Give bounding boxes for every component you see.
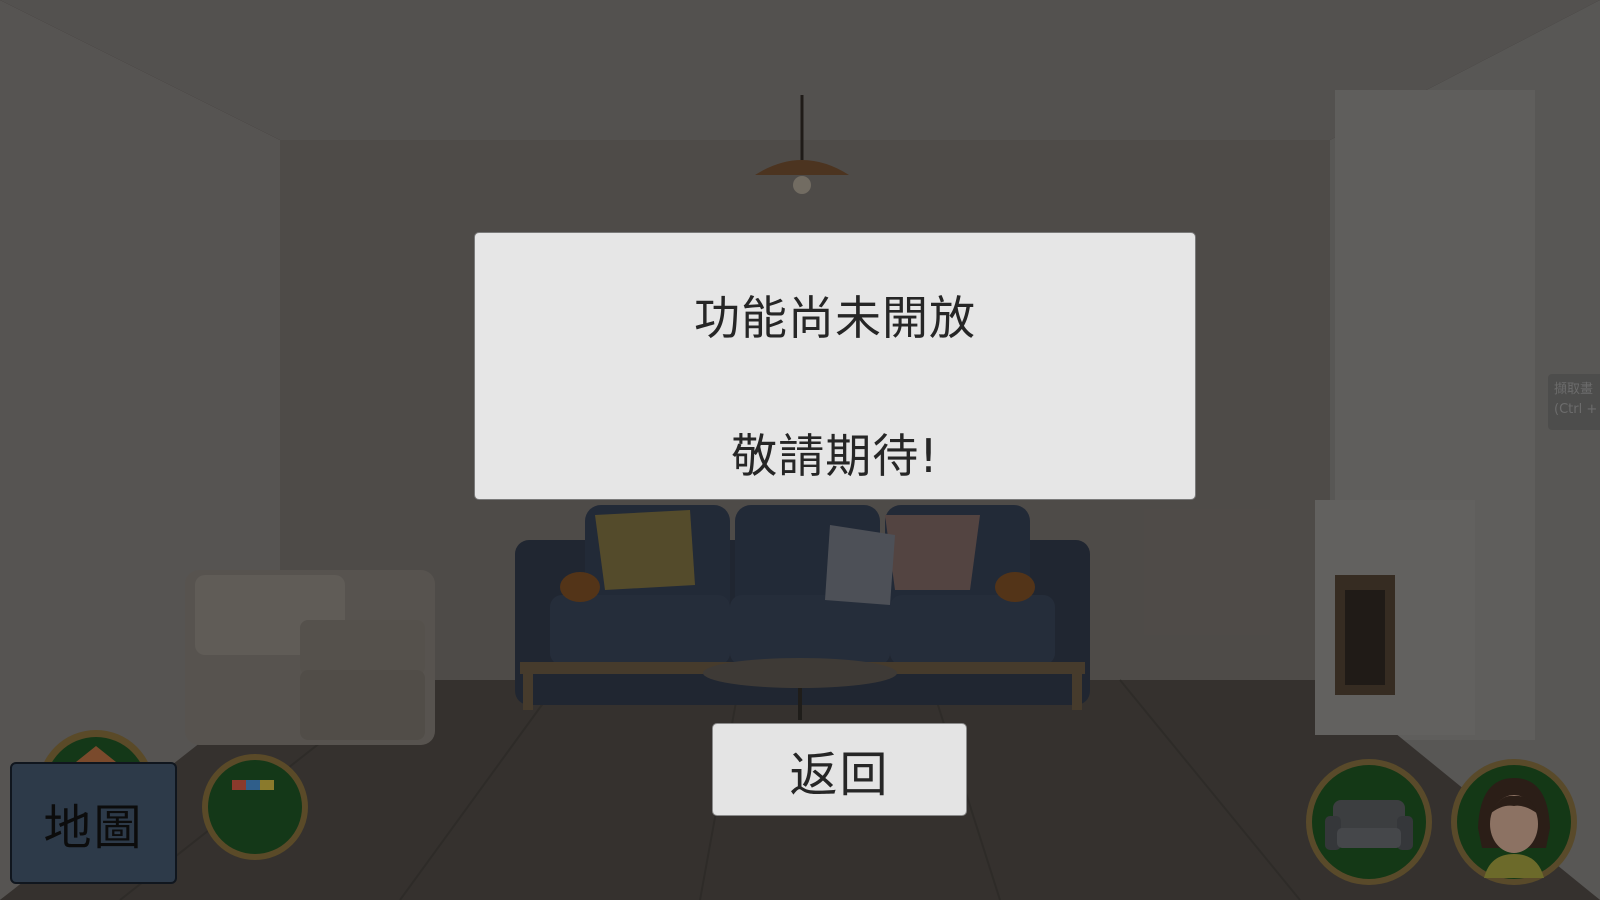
dialog-title: 功能尚未開放 (694, 291, 976, 345)
map-button[interactable]: 地圖 (10, 762, 177, 884)
dialog-message: 敬請期待! (731, 429, 939, 483)
sofa-icon (1306, 759, 1432, 885)
back-button-label: 返回 (789, 746, 890, 803)
character-badge-button[interactable] (1450, 758, 1578, 886)
shop-badge-button[interactable] (200, 752, 310, 862)
feature-locked-dialog: 功能尚未開放 敬請期待! (474, 232, 1196, 500)
map-button-label: 地圖 (43, 800, 144, 856)
shop-icon (202, 754, 308, 860)
screenshot-hint-tooltip: 擷取畫 (Ctrl + (1548, 374, 1600, 430)
back-button[interactable]: 返回 (712, 723, 967, 816)
furniture-badge-button[interactable] (1305, 758, 1433, 886)
avatar-icon (1451, 759, 1577, 885)
hint-line-2: (Ctrl + (1554, 402, 1598, 417)
hint-line-1: 擷取畫 (1554, 382, 1594, 397)
